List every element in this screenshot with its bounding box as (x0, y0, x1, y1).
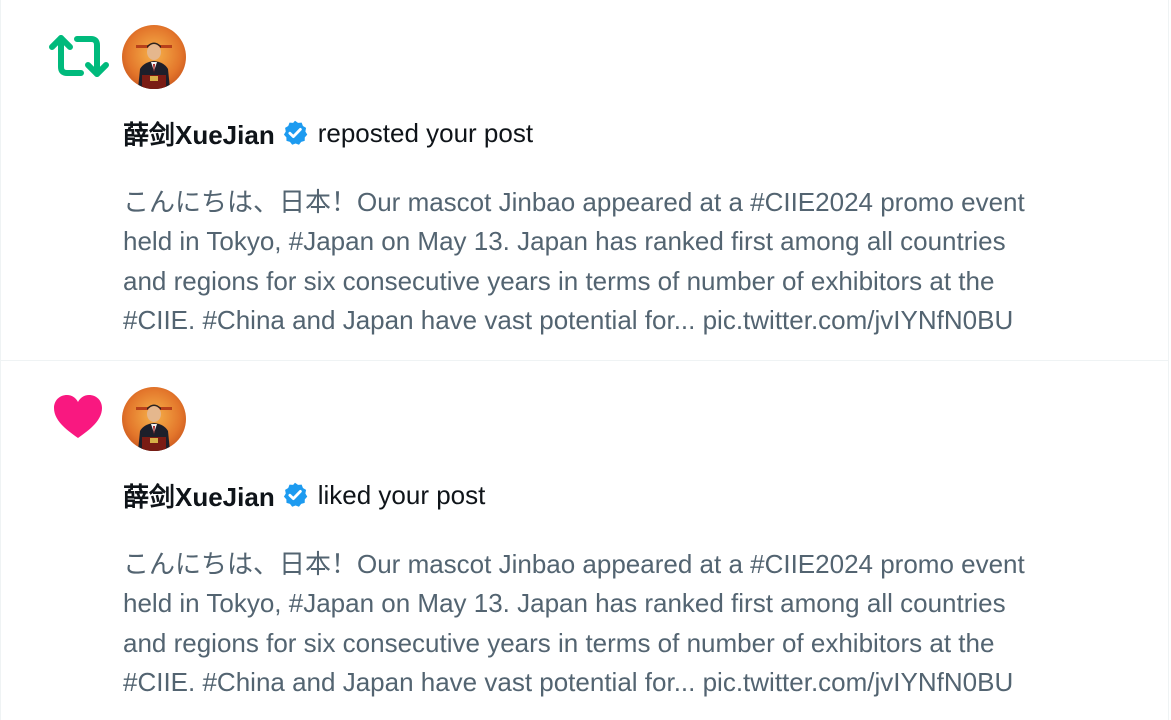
heart-icon (48, 392, 110, 444)
post-line: held in Tokyo, #Japan on May 13. Japan h… (123, 588, 1006, 619)
notification-repost[interactable]: 薛剑XueJian reposted your post こんにちは、日本！Ou… (1, 0, 1168, 361)
action-text: reposted your post (317, 117, 534, 148)
post-line: and regions for six consecutive years in… (123, 627, 995, 658)
action-text: liked your post (317, 479, 486, 510)
verified-badge-icon (281, 481, 309, 509)
post-line: #CIIE. #China and Japan have vast potent… (123, 304, 1014, 335)
verified-badge-icon (281, 119, 309, 147)
avatar[interactable] (122, 387, 186, 451)
notification-headline: 薛剑XueJian reposted your post (123, 113, 533, 153)
notifications-feed: 薛剑XueJian reposted your post こんにちは、日本！Ou… (0, 0, 1169, 720)
post-line: こんにちは、日本！Our mascot Jinbao appeared at a… (123, 187, 1025, 217)
post-line: and regions for six consecutive years in… (123, 265, 995, 296)
notification-like[interactable]: 薛剑XueJian liked your post こんにちは、日本！Our m… (1, 362, 1168, 720)
post-line: こんにちは、日本！Our mascot Jinbao appeared at a… (123, 549, 1025, 579)
post-line: #CIIE. #China and Japan have vast potent… (123, 666, 1014, 697)
notification-headline: 薛剑XueJian liked your post (123, 475, 485, 515)
user-name[interactable]: 薛剑XueJian (123, 477, 275, 514)
avatar[interactable] (122, 25, 186, 89)
post-preview-text[interactable]: こんにちは、日本！Our mascot Jinbao appeared at a… (123, 545, 1153, 702)
post-line: held in Tokyo, #Japan on May 13. Japan h… (123, 226, 1006, 257)
post-preview-text[interactable]: こんにちは、日本！Our mascot Jinbao appeared at a… (123, 183, 1153, 340)
user-name[interactable]: 薛剑XueJian (123, 115, 275, 152)
repost-icon (48, 30, 110, 82)
